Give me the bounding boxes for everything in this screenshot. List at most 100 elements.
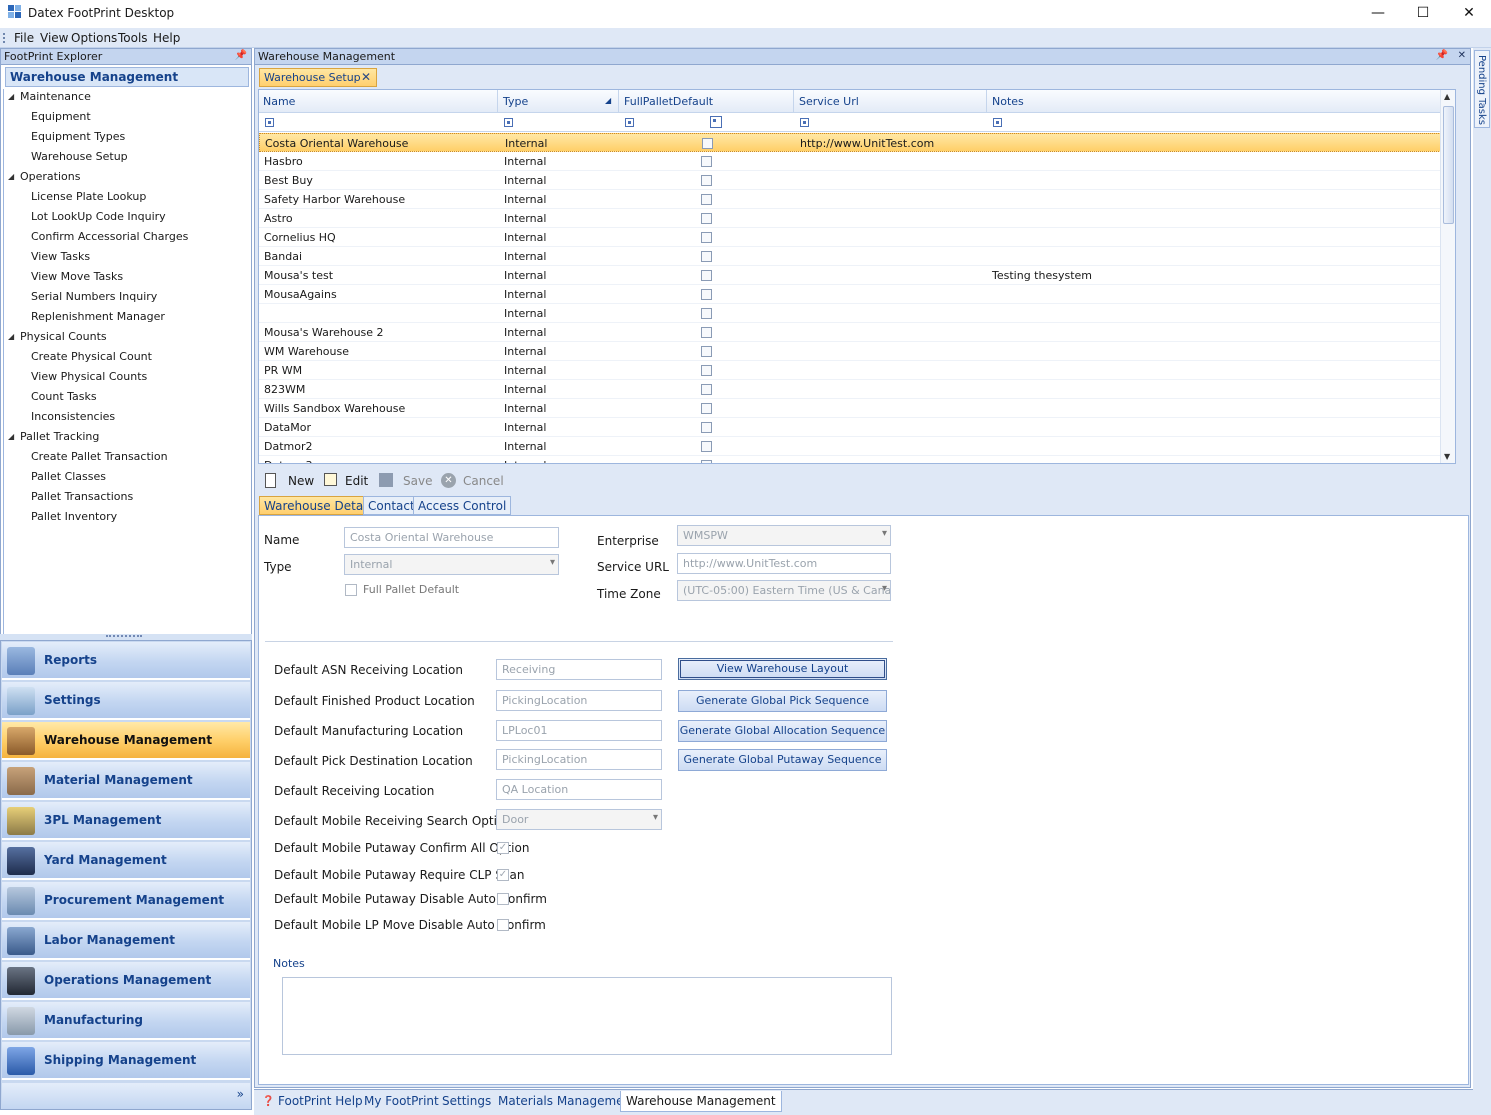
table-row[interactable]: Internal: [259, 304, 1453, 323]
full-pallet-checkbox[interactable]: [701, 422, 712, 433]
tree-group-maintenance[interactable]: Maintenance: [20, 90, 91, 103]
column-header-service-url[interactable]: Service Url: [799, 95, 859, 108]
tree-item-view-tasks[interactable]: View Tasks: [31, 250, 90, 263]
menu-help[interactable]: Help: [153, 31, 180, 45]
mobile-putaway-confirm-all-checkbox[interactable]: ✓: [497, 842, 509, 854]
tree-item-view-physical-counts[interactable]: View Physical Counts: [31, 370, 147, 383]
tab-access-control[interactable]: Access Control: [413, 496, 512, 515]
tree-item-license-plate-lookup[interactable]: License Plate Lookup: [31, 190, 146, 203]
generate-global-putaway-sequence-button[interactable]: Generate Global Putaway Sequence: [678, 749, 887, 771]
full-pallet-checkbox[interactable]: [701, 175, 712, 186]
tree-group-operations[interactable]: Operations: [20, 170, 80, 183]
time-zone-dropdown[interactable]: (UTC-05:00) Eastern Time (US & Canac: [677, 580, 891, 601]
expand-triangle-icon[interactable]: ◢: [8, 92, 14, 101]
table-row[interactable]: Mousa's Warehouse 2 Internal: [259, 323, 1453, 342]
expand-triangle-icon[interactable]: ◢: [8, 332, 14, 341]
column-separator[interactable]: [793, 90, 794, 113]
chevron-right-icon[interactable]: »: [237, 1087, 244, 1101]
tree-item-pallet-classes[interactable]: Pallet Classes: [31, 470, 106, 483]
full-pallet-checkbox[interactable]: [701, 403, 712, 414]
nav-yard-management[interactable]: Yard Management: [2, 842, 250, 880]
nav-labor-management[interactable]: Labor Management: [2, 922, 250, 960]
filter-icon[interactable]: [625, 118, 634, 127]
tab-materials-management[interactable]: Materials Management: [498, 1094, 636, 1108]
generate-global-allocation-sequence-button[interactable]: Generate Global Allocation Sequence: [678, 720, 887, 742]
default-finished-product-field[interactable]: PickingLocation: [496, 690, 662, 711]
filter-icon[interactable]: [800, 118, 809, 127]
table-row[interactable]: Safety Harbor Warehouse Internal: [259, 190, 1453, 209]
tree-item-equipment-types[interactable]: Equipment Types: [31, 130, 125, 143]
table-row[interactable]: Cornelius HQ Internal: [259, 228, 1453, 247]
table-row[interactable]: Bandai Internal: [259, 247, 1453, 266]
pin-icon[interactable]: 📌: [235, 50, 247, 61]
service-url-field[interactable]: http://www.UnitTest.com: [677, 553, 891, 574]
default-pick-destination-field[interactable]: PickingLocation: [496, 749, 662, 770]
full-pallet-checkbox[interactable]: [701, 270, 712, 281]
cancel-button[interactable]: Cancel: [463, 474, 504, 488]
table-row[interactable]: PR WM Internal: [259, 361, 1453, 380]
tree-item-pallet-transactions[interactable]: Pallet Transactions: [31, 490, 133, 503]
tab-warehouse-management[interactable]: Warehouse Management: [620, 1091, 782, 1112]
notes-textarea[interactable]: [282, 977, 892, 1055]
tree-item-warehouse-setup[interactable]: Warehouse Setup: [31, 150, 128, 163]
table-row[interactable]: Datmor2 Internal: [259, 437, 1453, 456]
generate-global-pick-sequence-button[interactable]: Generate Global Pick Sequence: [678, 690, 887, 712]
tree-item-count-tasks[interactable]: Count Tasks: [31, 390, 97, 403]
full-pallet-checkbox[interactable]: [701, 346, 712, 357]
table-row[interactable]: Best Buy Internal: [259, 171, 1453, 190]
table-row[interactable]: Astro Internal: [259, 209, 1453, 228]
minimize-icon[interactable]: —: [1355, 0, 1401, 28]
expand-triangle-icon[interactable]: ◢: [8, 172, 14, 181]
table-row[interactable]: Costa Oriental Warehouse Internal http://w…: [259, 133, 1453, 152]
default-receiving-field[interactable]: QA Location: [496, 779, 662, 800]
full-pallet-checkbox[interactable]: [701, 460, 712, 463]
menu-file[interactable]: File: [14, 31, 34, 45]
filter-icon[interactable]: [993, 118, 1002, 127]
tree-item-create-pallet-transaction[interactable]: Create Pallet Transaction: [31, 450, 168, 463]
tree-item-inconsistencies[interactable]: Inconsistencies: [31, 410, 115, 423]
tree-item-pallet-inventory[interactable]: Pallet Inventory: [31, 510, 117, 523]
menu-view[interactable]: View: [40, 31, 68, 45]
grid-scrollbar[interactable]: ▲ ▼: [1440, 90, 1455, 463]
tree-item-replenishment[interactable]: Replenishment Manager: [31, 310, 165, 323]
explorer-header[interactable]: Warehouse Management: [5, 67, 249, 87]
new-button[interactable]: New: [288, 474, 314, 488]
full-pallet-checkbox[interactable]: [701, 289, 712, 300]
nav-manufacturing[interactable]: Manufacturing: [2, 1002, 250, 1040]
tab-footprint-help[interactable]: FootPrint Help: [278, 1094, 363, 1108]
menu-tools[interactable]: Tools: [118, 31, 148, 45]
close-icon[interactable]: ✕: [1458, 50, 1466, 61]
default-asn-receiving-field[interactable]: Receiving: [496, 659, 662, 680]
full-pallet-checkbox[interactable]: [702, 138, 713, 149]
full-pallet-checkbox[interactable]: [701, 156, 712, 167]
scroll-thumb[interactable]: [1443, 106, 1454, 224]
table-row[interactable]: Mousa's test Internal Testing thesystem: [259, 266, 1453, 285]
table-row[interactable]: DataMor Internal: [259, 418, 1453, 437]
view-warehouse-layout-button[interactable]: View Warehouse Layout: [678, 658, 887, 680]
nav-3pl-management[interactable]: 3PL Management: [2, 802, 250, 840]
tab-settings-bottom[interactable]: Settings: [442, 1094, 491, 1108]
filter-icon[interactable]: [504, 118, 513, 127]
full-pallet-default-checkbox[interactable]: [345, 584, 357, 596]
enterprise-dropdown[interactable]: WMSPW: [677, 525, 891, 546]
pin-icon[interactable]: 📌: [1436, 50, 1448, 61]
full-pallet-checkbox[interactable]: [701, 213, 712, 224]
mobile-putaway-require-clp-checkbox[interactable]: ✓: [497, 869, 509, 881]
scroll-down-icon[interactable]: ▼: [1444, 452, 1450, 461]
table-row[interactable]: WM Warehouse Internal: [259, 342, 1453, 361]
column-separator[interactable]: [986, 90, 987, 113]
table-row[interactable]: Hasbro Internal: [259, 152, 1453, 171]
close-tab-icon[interactable]: ✕: [361, 70, 371, 84]
name-field[interactable]: Costa Oriental Warehouse: [344, 527, 559, 548]
column-header-name[interactable]: Name: [263, 95, 295, 108]
nav-warehouse-management[interactable]: Warehouse Management: [2, 722, 250, 760]
table-row[interactable]: Wills Sandbox Warehouse Internal: [259, 399, 1453, 418]
tree-group-physical-counts[interactable]: Physical Counts: [20, 330, 107, 343]
column-separator[interactable]: [618, 90, 619, 113]
table-row[interactable]: 823WM Internal: [259, 380, 1453, 399]
full-pallet-checkbox[interactable]: [701, 384, 712, 395]
edit-button[interactable]: Edit: [345, 474, 368, 488]
full-pallet-checkbox[interactable]: [701, 232, 712, 243]
tab-my-footprint[interactable]: My FootPrint: [364, 1094, 439, 1108]
tree-item-view-move-tasks[interactable]: View Move Tasks: [31, 270, 123, 283]
